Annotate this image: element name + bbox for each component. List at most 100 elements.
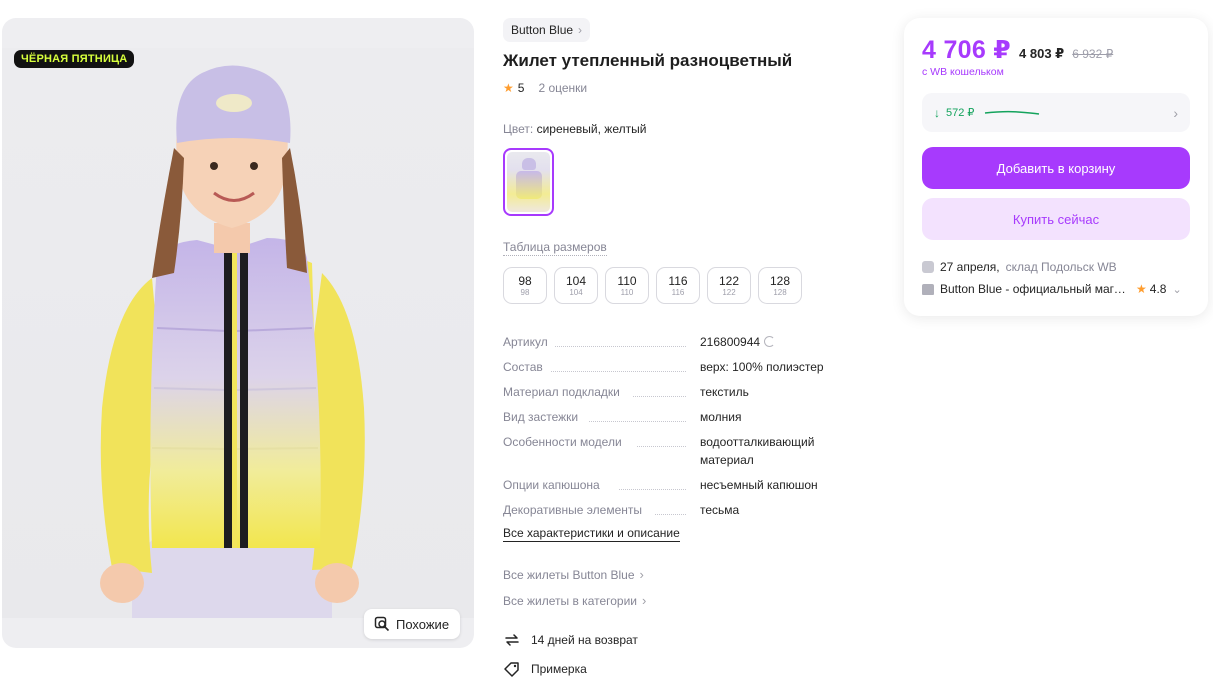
color-thumbnail-image (507, 152, 550, 212)
star-icon: ★ (503, 81, 514, 95)
spec-key: Артикул (503, 335, 552, 349)
color-value: сиреневый, желтый (536, 122, 647, 136)
category-vests-label: Все жилеты в категории (503, 593, 638, 608)
spec-value: несъемный капюшон (700, 478, 818, 492)
wallet-note[interactable]: с WB кошельком (922, 66, 1004, 78)
size-value: 128 (769, 273, 791, 288)
all-characteristics-link[interactable]: Все характеристики и описание (503, 526, 680, 542)
price-old: 6 932 ₽ (1072, 47, 1114, 61)
color-thumbnail-selected[interactable] (503, 148, 554, 216)
size-value: 116 (668, 273, 688, 288)
chevron-down-icon[interactable]: ⌄ (1172, 283, 1181, 296)
return-arrows-icon (505, 634, 519, 646)
spec-value-article[interactable]: 216800944 (700, 335, 760, 349)
color-row: Цвет: сиреневый, желтый (503, 122, 646, 136)
category-vests-link[interactable]: Все жилеты в категории › (503, 593, 646, 608)
size-ru-value: 128 (773, 287, 787, 297)
product-info: Button Blue › Жилет утепленный разноцвет… (503, 0, 883, 687)
size-table-link[interactable]: Таблица размеров (503, 240, 607, 256)
price-history[interactable]: ↓ 572 ₽ › (922, 93, 1190, 132)
arrow-down-icon: ↓ (934, 105, 940, 120)
spec-row: Состав верх: 100% полиэстер (503, 358, 843, 376)
color-label: Цвет: (503, 122, 534, 136)
specs-list: Артикул 216800944 Состав верх: 100% поли… (503, 333, 843, 526)
product-title: Жилет утепленный разноцветный (503, 51, 793, 70)
chevron-right-icon: › (639, 567, 644, 582)
spec-row: Материал подкладки текстиль (503, 383, 843, 401)
size-ru-value: 98 (520, 287, 530, 297)
seller-rating: ★ 4.8 (1136, 282, 1166, 296)
add-to-cart-button[interactable]: Добавить в корзину (922, 147, 1190, 189)
product-photo-card[interactable]: ЧЁРНАЯ ПЯТНИЦА Похожие (2, 18, 474, 648)
product-photo[interactable] (2, 48, 474, 618)
fitting-info[interactable]: Примерка (503, 660, 587, 678)
price-current: 4 706 ₽ (922, 36, 1012, 64)
spec-key: Особенности модели (503, 435, 626, 449)
size-ru-value: 116 (671, 287, 685, 297)
spec-row: Опции капюшона несъемный капюшон (503, 476, 843, 494)
product-photo-illustration (100, 65, 365, 618)
seller-name[interactable]: Button Blue - официальный магазин (940, 282, 1130, 296)
price-regular: 4 803 ₽ (1019, 46, 1065, 61)
size-ru-value: 122 (722, 287, 736, 297)
price-drop-value: 572 ₽ (946, 107, 975, 119)
size-option[interactable]: 128 128 (758, 267, 802, 304)
similar-search-icon (374, 616, 390, 632)
tag-icon (504, 662, 519, 677)
reviews-link[interactable]: 2 оценки (538, 81, 587, 95)
delivery-warehouse: склад Подольск WB (1005, 260, 1117, 274)
size-value: 110 (617, 273, 637, 288)
delivery-date: 27 апреля, (940, 260, 1000, 274)
black-friday-badge: ЧЁРНАЯ ПЯТНИЦА (14, 50, 135, 68)
chevron-right-icon: › (642, 593, 647, 608)
rating-value: 5 (517, 81, 525, 95)
similar-label: Похожие (396, 616, 450, 632)
spec-value: тесьма (700, 503, 740, 517)
similar-button[interactable]: Похожие (364, 609, 461, 639)
spec-value: водоотталкивающий материал (700, 435, 815, 467)
spec-key: Материал подкладки (503, 385, 624, 399)
box-icon (922, 261, 934, 273)
spec-row: Декоративные элементы тесьма (503, 501, 843, 519)
spec-value: верх: 100% полиэстер (700, 360, 824, 374)
price-block: 4 706 ₽ 4 803 ₽ 6 932 ₽ (922, 35, 1113, 65)
spec-key: Декоративные элементы (503, 503, 646, 517)
seller-info[interactable]: Button Blue - официальный магазин ★ 4.8 … (922, 282, 1190, 296)
price-trend-sparkline (985, 110, 1040, 115)
spec-row: Вид застежки молния (503, 408, 843, 426)
star-icon: ★ (1136, 282, 1147, 296)
brand-vests-link[interactable]: Все жилеты Button Blue › (503, 567, 644, 582)
brand-link[interactable]: Button Blue › (503, 18, 591, 42)
brand-vests-label: Все жилеты Button Blue (503, 567, 635, 582)
size-value: 98 (518, 273, 532, 288)
size-value: 104 (565, 273, 587, 288)
chevron-right-icon: › (578, 23, 583, 37)
returns-label: 14 дней на возврат (531, 633, 638, 647)
size-option[interactable]: 104 104 (554, 267, 598, 304)
seller-rating-value: 4.8 (1149, 282, 1167, 296)
size-option[interactable]: 110 110 (605, 267, 649, 304)
size-selector: 98 98 104 104 110 110 116 116 122 122 12… (503, 267, 802, 304)
size-ru-value: 104 (569, 287, 583, 297)
returns-info[interactable]: 14 дней на возврат (503, 631, 638, 649)
spec-row: Особенности модели водоотталкивающий мат… (503, 433, 843, 469)
rating-row: ★ 5 2 оценки (503, 81, 587, 95)
size-option[interactable]: 98 98 (503, 267, 547, 304)
spec-key: Вид застежки (503, 410, 583, 424)
delivery-info: 27 апреля, склад Подольск WB (922, 260, 1117, 274)
size-option[interactable]: 116 116 (656, 267, 700, 304)
copy-icon[interactable] (764, 336, 776, 347)
size-value: 122 (718, 273, 740, 288)
buy-now-button[interactable]: Купить сейчас (922, 198, 1190, 240)
brand-name: Button Blue (511, 23, 574, 37)
size-ru-value: 110 (620, 287, 634, 297)
chevron-right-icon: › (1173, 104, 1178, 121)
store-icon (922, 283, 934, 295)
size-option[interactable]: 122 122 (707, 267, 751, 304)
price-card: 4 706 ₽ 4 803 ₽ 6 932 ₽ с WB кошельком ↓… (904, 18, 1208, 316)
spec-key: Состав (503, 360, 547, 374)
fitting-label: Примерка (531, 662, 587, 676)
spec-key: Опции капюшона (503, 478, 604, 492)
spec-row: Артикул 216800944 (503, 333, 843, 351)
spec-value: текстиль (700, 385, 749, 399)
